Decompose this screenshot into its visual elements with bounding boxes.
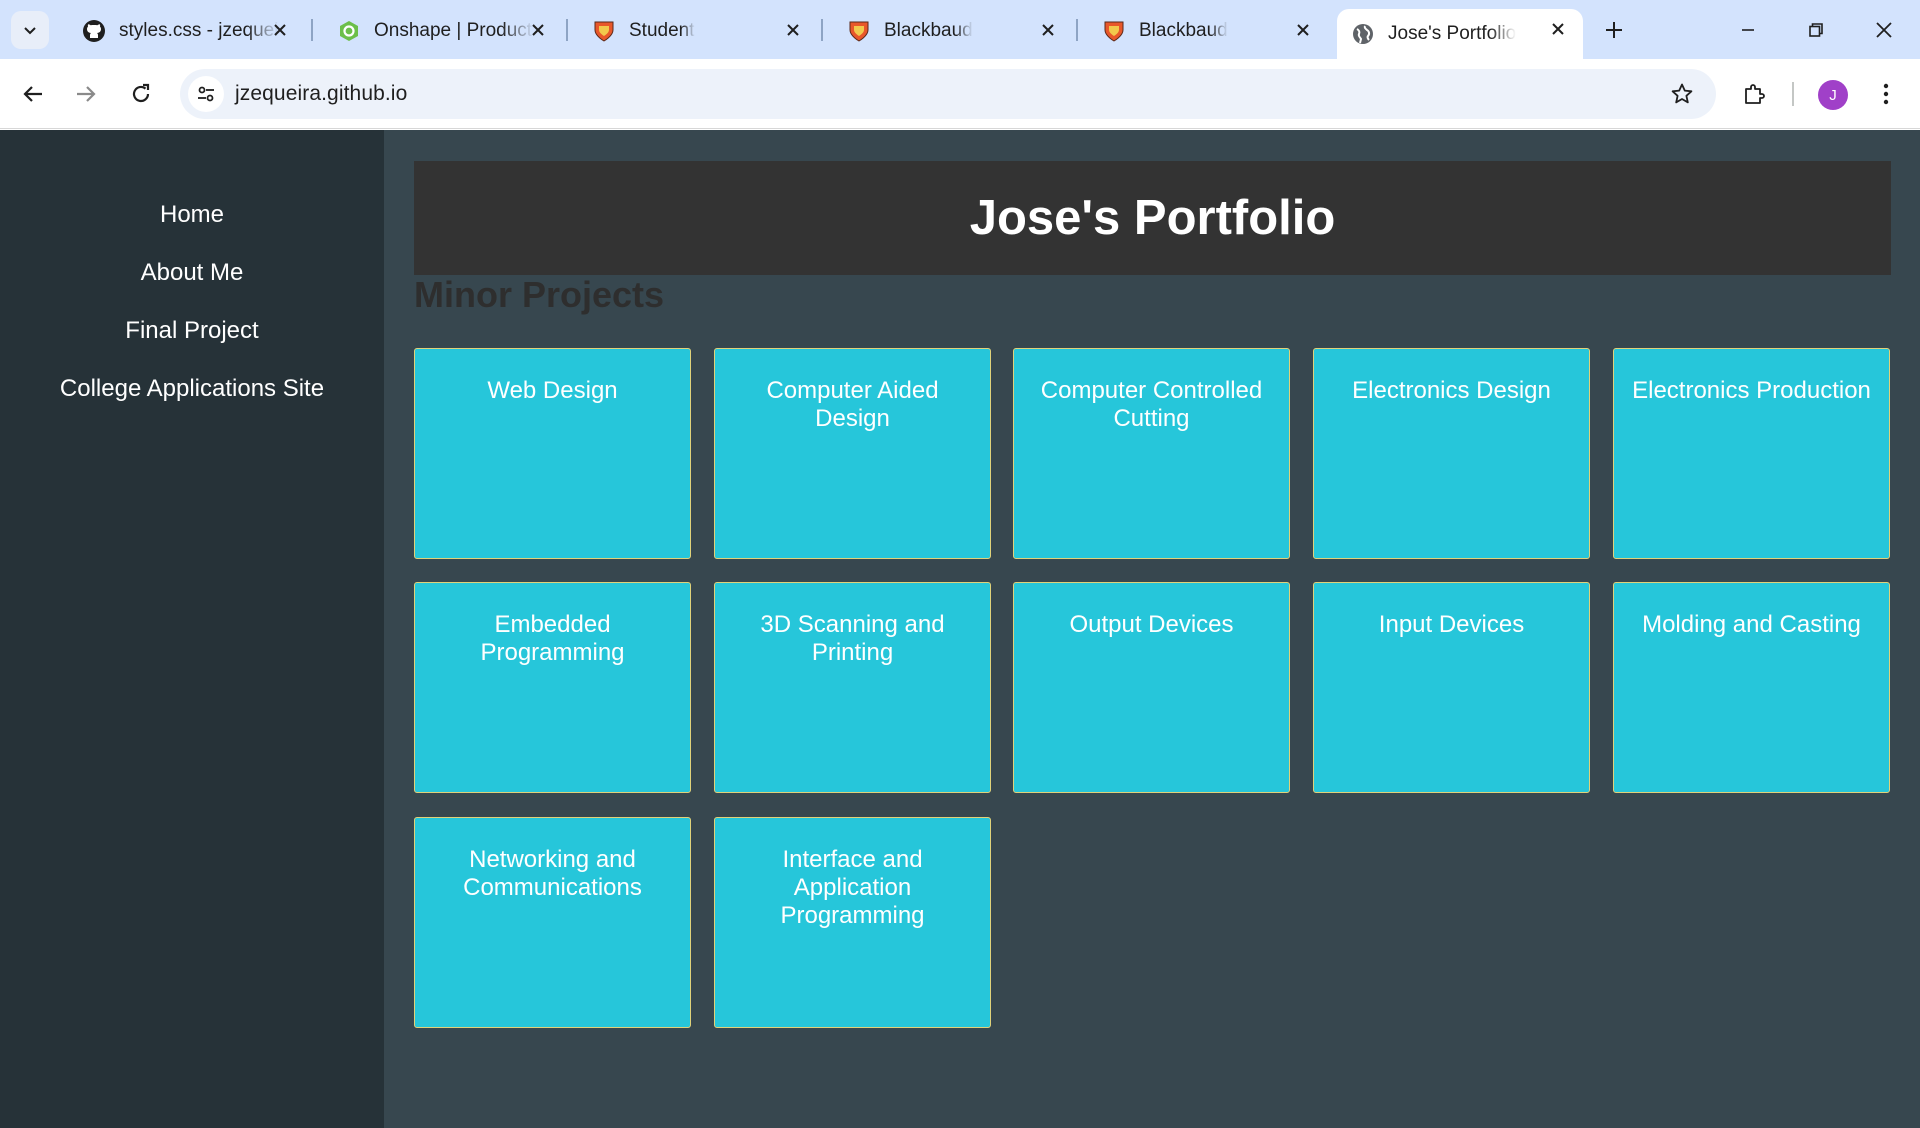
project-card-electronics-production[interactable]: Electronics Production bbox=[1613, 348, 1890, 559]
tab-joses-portfolio[interactable]: Jose's Portfolio bbox=[1337, 9, 1583, 59]
page-header: Jose's Portfolio bbox=[414, 161, 1891, 275]
arrow-right-icon bbox=[77, 86, 96, 102]
tab-separator bbox=[566, 19, 568, 41]
minimize-icon bbox=[1742, 29, 1754, 31]
tab-separator bbox=[1076, 19, 1078, 41]
toolbar-separator bbox=[1792, 82, 1794, 106]
shield-icon bbox=[849, 21, 869, 42]
project-card-embedded-programming[interactable]: Embedded Programming bbox=[414, 582, 691, 793]
arrow-left-icon bbox=[23, 86, 42, 102]
tab-onshape[interactable]: Onshape | Product bbox=[323, 10, 563, 51]
tab-title: Jose's Portfolio bbox=[1388, 23, 1517, 44]
close-icon[interactable] bbox=[1292, 19, 1314, 41]
tab-styles-css[interactable]: styles.css - jzequeira bbox=[68, 10, 305, 51]
site-info-button[interactable] bbox=[188, 76, 224, 112]
page-title: Jose's Portfolio bbox=[969, 191, 1336, 245]
onshape-icon bbox=[340, 20, 358, 41]
close-icon[interactable] bbox=[1037, 19, 1059, 41]
bookmark-button[interactable] bbox=[1668, 80, 1696, 108]
browser-toolbar: jzequeira.github.io J bbox=[0, 59, 1920, 129]
star-icon bbox=[1671, 83, 1693, 104]
project-card-web-design[interactable]: Web Design bbox=[414, 348, 691, 559]
project-card-input-devices[interactable]: Input Devices bbox=[1313, 582, 1590, 793]
project-card-networking-communications[interactable]: Networking and Communications bbox=[414, 817, 691, 1028]
profile-avatar[interactable]: J bbox=[1818, 80, 1848, 110]
tab-title: styles.css - jzequeira bbox=[119, 19, 279, 41]
tab-strip: styles.css - jzequeira Onshape | Product… bbox=[0, 0, 1920, 59]
more-vertical-icon bbox=[1883, 83, 1889, 105]
sidebar-link-final-project[interactable]: Final Project bbox=[0, 317, 384, 345]
github-icon bbox=[83, 19, 105, 42]
sidebar: Home About Me Final Project College Appl… bbox=[0, 130, 384, 1128]
plus-icon bbox=[1606, 22, 1622, 38]
extensions-button[interactable] bbox=[1736, 76, 1772, 112]
sidebar-link-about-me[interactable]: About Me bbox=[0, 259, 384, 287]
chevron-down-icon bbox=[24, 27, 36, 35]
tab-student[interactable]: Student bbox=[578, 10, 818, 51]
restore-icon bbox=[1809, 23, 1823, 37]
globe-icon bbox=[1353, 24, 1373, 44]
project-card-output-devices[interactable]: Output Devices bbox=[1013, 582, 1290, 793]
reload-button[interactable] bbox=[123, 76, 159, 112]
reload-icon bbox=[132, 83, 150, 103]
restore-button[interactable] bbox=[1798, 12, 1834, 48]
project-card-computer-aided-design[interactable]: Computer Aided Design bbox=[714, 348, 991, 559]
shield-icon bbox=[594, 21, 614, 42]
new-tab-button[interactable] bbox=[1598, 14, 1630, 46]
tune-icon bbox=[198, 86, 214, 102]
tab-separator bbox=[311, 19, 313, 41]
page-viewport: Home About Me Final Project College Appl… bbox=[0, 130, 1920, 1128]
forward-button[interactable] bbox=[68, 76, 104, 112]
close-icon[interactable] bbox=[1547, 18, 1569, 40]
sidebar-link-college-applications[interactable]: College Applications Site bbox=[0, 375, 384, 403]
shield-icon bbox=[1104, 21, 1124, 42]
section-title: Minor Projects bbox=[414, 274, 665, 315]
tab-title: Onshape | Product bbox=[374, 19, 533, 41]
close-icon[interactable] bbox=[782, 19, 804, 41]
puzzle-icon bbox=[1745, 84, 1765, 104]
sidebar-link-home[interactable]: Home bbox=[0, 201, 384, 229]
project-card-3d-scanning-printing[interactable]: 3D Scanning and Printing bbox=[714, 582, 991, 793]
menu-button[interactable] bbox=[1868, 76, 1904, 112]
tab-title: Blackbaud bbox=[884, 19, 973, 41]
address-bar[interactable]: jzequeira.github.io bbox=[180, 69, 1716, 119]
project-card-computer-controlled-cutting[interactable]: Computer Controlled Cutting bbox=[1013, 348, 1290, 559]
project-card-molding-casting[interactable]: Molding and Casting bbox=[1613, 582, 1890, 793]
url-text: jzequeira.github.io bbox=[235, 82, 408, 105]
project-card-interface-application-programming[interactable]: Interface and Application Programming bbox=[714, 817, 991, 1028]
tab-title: Blackbaud bbox=[1139, 19, 1228, 41]
tab-title: Student bbox=[629, 19, 695, 41]
close-icon bbox=[1876, 22, 1892, 38]
tab-separator bbox=[821, 19, 823, 41]
close-window-button[interactable] bbox=[1866, 12, 1902, 48]
close-icon[interactable] bbox=[527, 19, 549, 41]
back-button[interactable] bbox=[15, 76, 51, 112]
close-icon[interactable] bbox=[269, 19, 291, 41]
tab-search-button[interactable] bbox=[11, 11, 49, 49]
project-card-electronics-design[interactable]: Electronics Design bbox=[1313, 348, 1590, 559]
minimize-button[interactable] bbox=[1730, 12, 1766, 48]
tab-blackbaud[interactable]: Blackbaud bbox=[833, 10, 1073, 51]
tab-blackbaud[interactable]: Blackbaud bbox=[1088, 10, 1328, 51]
